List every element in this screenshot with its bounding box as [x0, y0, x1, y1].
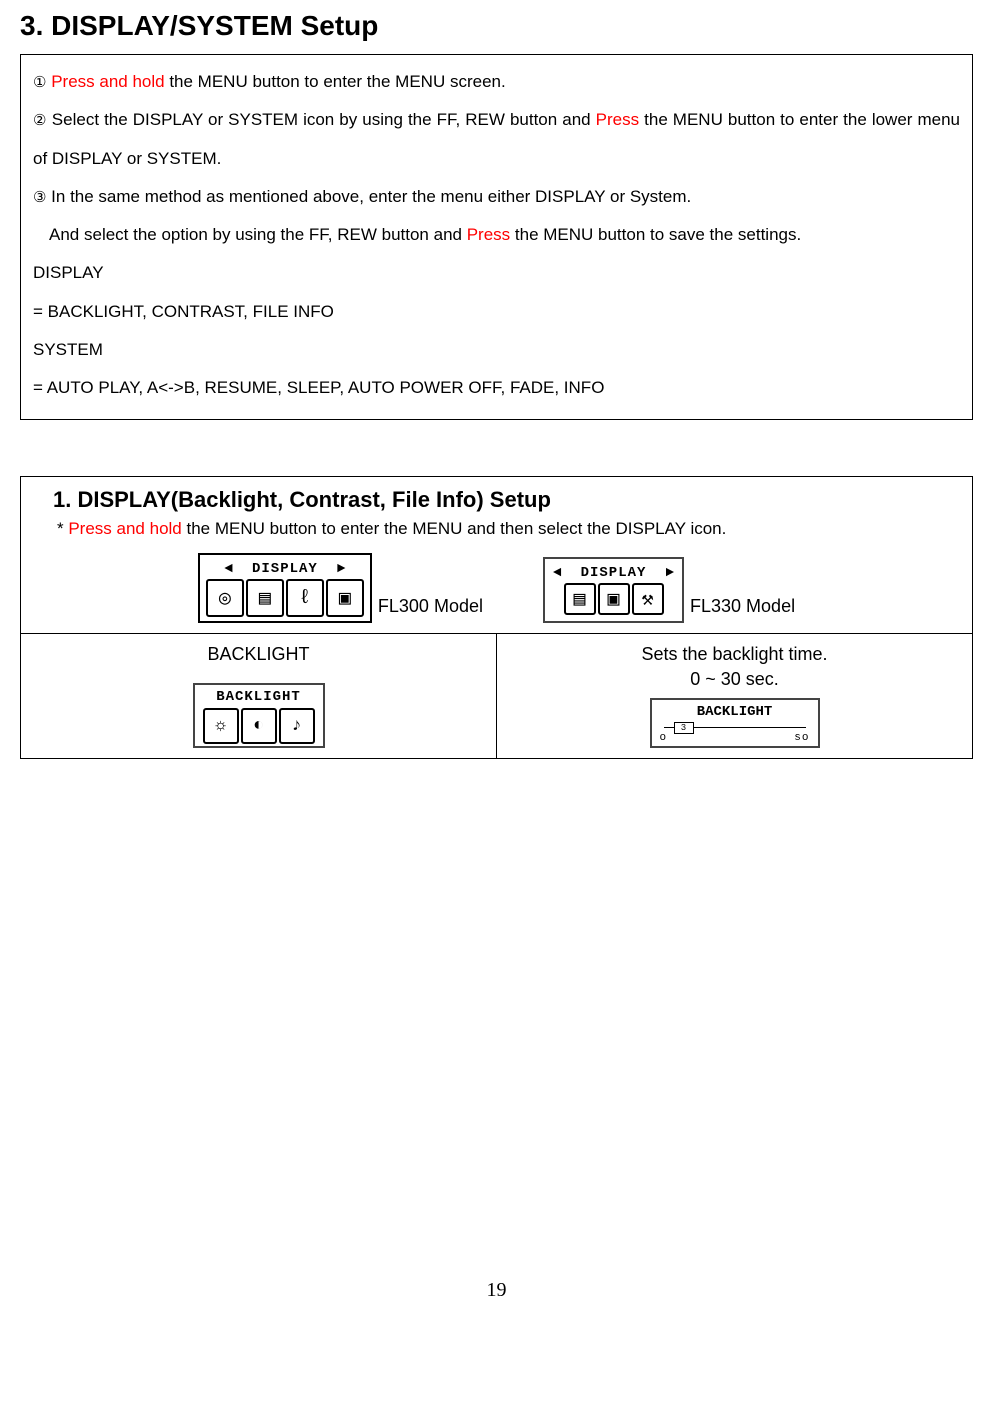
display-values: = BACKLIGHT, CONTRAST, FILE INFO — [33, 293, 960, 331]
music-icon: ♪ — [279, 708, 315, 744]
key-icon: ℓ — [286, 579, 324, 617]
instruction-step-2: ② Select the DISPLAY or SYSTEM icon by u… — [33, 101, 960, 178]
list-icon-2: ▤ — [564, 583, 596, 615]
backlight-range: 0 ~ 30 sec. — [509, 669, 960, 690]
display-label: DISPLAY — [33, 254, 960, 292]
step-1-marker: ① — [33, 74, 46, 91]
fl300-label: FL300 Model — [378, 596, 483, 617]
fl330-display-label: DISPLAY — [581, 565, 647, 581]
slider-max: so — [794, 732, 809, 744]
fl330-label: FL330 Model — [690, 596, 795, 617]
right-arrow-icon: ► — [337, 561, 345, 577]
slider-min: o — [660, 732, 668, 744]
globe-icon: ◎ — [206, 579, 244, 617]
eq-icon: ▣ — [326, 579, 364, 617]
instruction-step-1: ① Press and hold the MENU button to ente… — [33, 63, 960, 101]
slider-knob: 3 — [674, 722, 694, 734]
step-2-marker: ② — [33, 112, 47, 129]
page-title: 3. DISPLAY/SYSTEM Setup — [20, 10, 973, 42]
fl300-item: ◄ DISPLAY ► ◎ ▤ ℓ ▣ FL300 Model — [198, 553, 483, 623]
model-row: ◄ DISPLAY ► ◎ ▤ ℓ ▣ FL300 Model ◄ DISPLA… — [33, 553, 960, 623]
step-3-marker: ③ — [33, 189, 46, 206]
brightness-icon: ☼ — [203, 708, 239, 744]
backlight-screen: BACKLIGHT ☼ ◐ ♪ — [193, 683, 325, 748]
sub-prefix: * — [57, 519, 68, 538]
contrast-icon: ◐ — [241, 708, 277, 744]
right-arrow-icon-2: ► — [666, 565, 674, 581]
step-3-and: And — [49, 225, 84, 244]
backlight-slider-screen: BACKLIGHT 3 o so — [650, 698, 820, 748]
step-1-red: Press and hold — [51, 72, 164, 91]
slider-track: 3 — [664, 722, 806, 732]
instruction-step-3: ③ In the same method as mentioned above,… — [33, 178, 960, 216]
display-setup-subtitle: * Press and hold the MENU button to ente… — [57, 519, 960, 539]
step-3-and-rest: select the option by using the FF, REW b… — [84, 225, 467, 244]
system-values: = AUTO PLAY, A<->B, RESUME, SLEEP, AUTO … — [33, 369, 960, 407]
step-2-red: Press — [596, 110, 639, 129]
left-arrow-icon: ◄ — [224, 561, 232, 577]
backlight-desc: Sets the backlight time. — [509, 644, 960, 665]
page-number: 19 — [20, 1279, 973, 1302]
fl330-item: ◄ DISPLAY ► ▤ ▣ ⚒ FL330 Model — [543, 557, 795, 623]
instruction-step-3-cont: And select the option by using the FF, R… — [49, 216, 960, 254]
display-setup-title: 1. DISPLAY(Backlight, Contrast, File Inf… — [53, 487, 960, 513]
list-icon: ▤ — [246, 579, 284, 617]
folder-icon: ▣ — [598, 583, 630, 615]
step-3-and-tail: the MENU button to save the settings. — [510, 225, 801, 244]
left-arrow-icon-2: ◄ — [553, 565, 561, 581]
slider-title: BACKLIGHT — [660, 704, 810, 720]
instructions-box: ① Press and hold the MENU button to ente… — [20, 54, 973, 420]
backlight-label: BACKLIGHT — [33, 644, 484, 665]
step-3-and-red: Press — [467, 225, 510, 244]
step-1-text-a: the MENU button to enter the — [165, 72, 396, 91]
system-label: SYSTEM — [33, 331, 960, 369]
fl300-screen: ◄ DISPLAY ► ◎ ▤ ℓ ▣ — [198, 553, 372, 623]
backlight-right-cell: Sets the backlight time. 0 ~ 30 sec. BAC… — [497, 634, 973, 759]
display-setup-table: 1. DISPLAY(Backlight, Contrast, File Inf… — [20, 476, 973, 759]
step-3-text: In the same method as mentioned above, e… — [46, 187, 691, 206]
backlight-left-cell: BACKLIGHT BACKLIGHT ☼ ◐ ♪ — [21, 634, 497, 759]
backlight-screen-title: BACKLIGHT — [203, 689, 315, 705]
display-setup-header: 1. DISPLAY(Backlight, Contrast, File Inf… — [21, 477, 973, 634]
fl300-display-label: DISPLAY — [252, 561, 318, 577]
step-2-text-a: Select the DISPLAY or SYSTEM icon by usi… — [47, 110, 596, 129]
sub-tail: the MENU button to enter the MENU and th… — [182, 519, 727, 538]
step-1-text-b: MENU screen. — [395, 72, 506, 91]
fl330-screen: ◄ DISPLAY ► ▤ ▣ ⚒ — [543, 557, 684, 623]
sub-red: Press and hold — [68, 519, 181, 538]
tool-icon: ⚒ — [632, 583, 664, 615]
